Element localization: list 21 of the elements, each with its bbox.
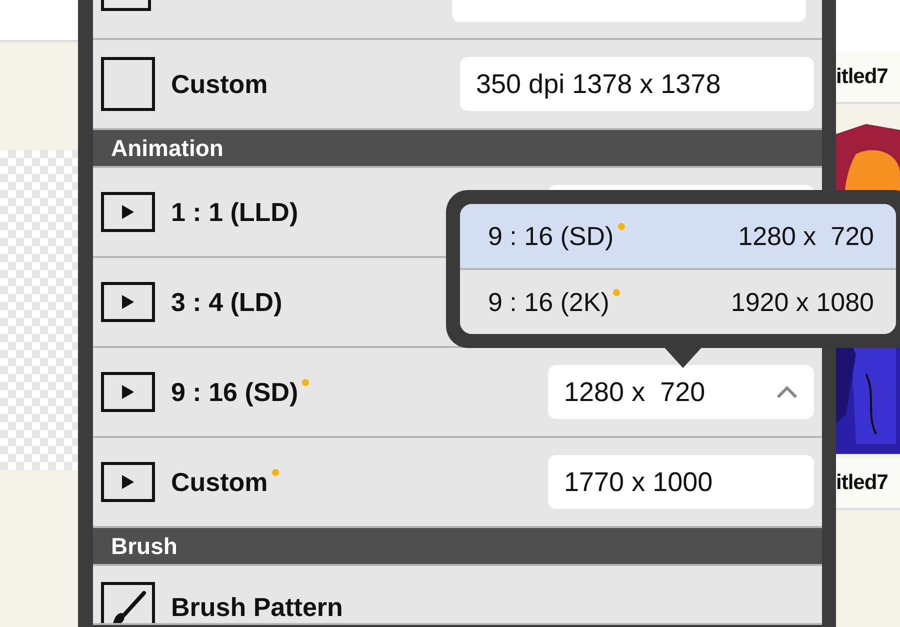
file-name: itled7 bbox=[836, 458, 900, 510]
play-icon bbox=[101, 372, 155, 412]
play-icon bbox=[101, 282, 155, 322]
section-header: Animation bbox=[93, 130, 822, 168]
row-label: Custom bbox=[171, 68, 268, 100]
size-field[interactable]: 350 dpi 1378 x 1378 bbox=[460, 57, 814, 111]
row-label: 3 : 4 (LD) bbox=[171, 286, 282, 318]
section-header: Brush bbox=[93, 528, 822, 566]
row-label: Custom bbox=[171, 466, 279, 498]
row-label: Brush Pattern bbox=[171, 592, 343, 623]
size-dropdown[interactable]: 1280 x 720 bbox=[548, 365, 814, 419]
size-option[interactable]: 9 : 16 (SD) 1280 x 720 bbox=[460, 204, 896, 270]
play-icon bbox=[101, 192, 155, 232]
play-icon bbox=[101, 462, 155, 502]
square-icon bbox=[101, 57, 155, 111]
size-field[interactable]: 1770 x 1000 bbox=[548, 455, 814, 509]
brush-icon bbox=[101, 582, 155, 623]
file-name: itled7 bbox=[836, 52, 900, 104]
row-label: 9 : 16 (SD) bbox=[171, 376, 310, 408]
chevron-up-icon bbox=[776, 386, 798, 398]
row-label: 1 : 1 (LLD) bbox=[171, 196, 298, 228]
